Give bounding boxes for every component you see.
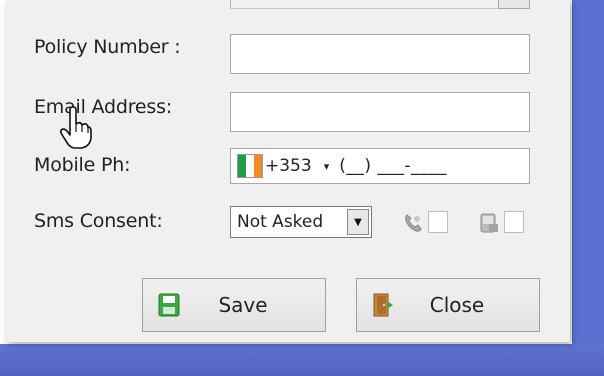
policy-number-field[interactable] [230,34,530,74]
desktop-background-bottom [0,344,604,376]
email-address-field[interactable] [230,92,530,132]
desktop-background-right [572,0,604,376]
hand-cursor-icon [59,106,92,149]
mobile-phone-field[interactable]: +353 ▾ (__) ___-____ [230,148,530,184]
policy-number-label: Policy Number : [34,36,181,58]
policy-dialog: Policy Number : Email Address: Mobile Ph… [6,0,570,342]
email-address-label: Email Address: [34,96,173,118]
sms-consent-label: Sms Consent: [34,210,163,232]
sms-device-icon [480,213,498,233]
sms-consent-checkbox[interactable] [504,211,524,233]
desktop: Policy Number : Email Address: Mobile Ph… [0,0,604,376]
clipped-button-above[interactable] [498,0,530,9]
country-dial-code[interactable]: +353 [265,156,312,176]
exit-door-icon [373,293,393,317]
sms-consent-selected-value[interactable]: Not Asked [231,212,347,232]
clipped-field-above [230,0,530,9]
sms-consent-select[interactable]: Not Asked ▼ [230,206,372,238]
ireland-flag-icon[interactable] [237,154,263,178]
phone-consent-checkbox[interactable] [428,211,448,233]
mobile-phone-label: Mobile Ph: [34,154,131,176]
phone-icon [405,214,422,232]
close-button[interactable]: Close [356,278,540,332]
phone-number-mask[interactable]: (__) ___-____ [339,156,447,176]
save-icon [158,293,180,317]
chevron-down-icon[interactable]: ▼ [347,209,369,235]
country-dropdown-arrow-icon[interactable]: ▾ [324,160,330,173]
save-button[interactable]: Save [142,278,326,332]
